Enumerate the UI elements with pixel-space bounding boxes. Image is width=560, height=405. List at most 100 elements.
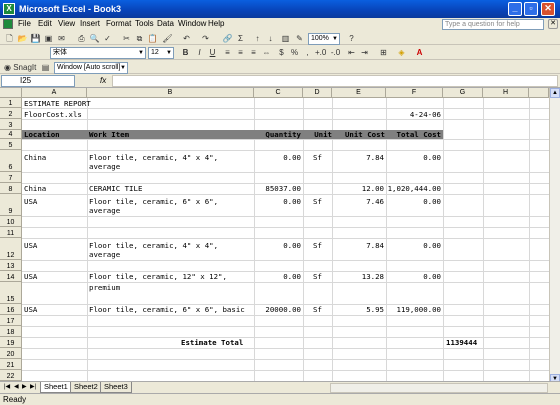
permission-icon[interactable]: ▣: [43, 33, 54, 44]
column-header-b[interactable]: B: [87, 88, 254, 98]
item-work-line1[interactable]: Floor tile, ceramic, 6" x 6",: [89, 197, 218, 206]
item-total[interactable]: 0.00: [386, 153, 441, 162]
maximize-button[interactable]: ▫: [524, 2, 538, 16]
header-location[interactable]: Location: [24, 130, 60, 139]
name-box[interactable]: I25: [1, 75, 75, 87]
row-header[interactable]: 14: [0, 271, 22, 282]
estimate-total-label[interactable]: Estimate Total: [181, 338, 243, 347]
row-header[interactable]: 20: [0, 348, 22, 359]
print-icon[interactable]: ⎙: [76, 33, 87, 44]
item-total[interactable]: 0.00: [386, 197, 441, 206]
item-quantity[interactable]: 0.00: [254, 272, 301, 281]
next-sheet-icon[interactable]: ▶: [22, 383, 27, 390]
item-quantity[interactable]: 20000.00: [254, 305, 301, 314]
sort-ascending-icon[interactable]: ↑: [252, 33, 263, 44]
report-file[interactable]: FloorCost.xls: [24, 110, 82, 119]
help-icon[interactable]: ?: [346, 33, 357, 44]
menu-data[interactable]: Data: [157, 19, 174, 28]
autosum-icon[interactable]: Σ: [235, 33, 246, 44]
row-header[interactable]: 7: [0, 172, 22, 183]
item-total[interactable]: 0.00: [386, 272, 441, 281]
select-all-corner[interactable]: [0, 88, 22, 98]
menu-view[interactable]: View: [58, 19, 75, 28]
item-location[interactable]: USA: [24, 272, 37, 281]
item-quantity[interactable]: 85037.00: [254, 184, 301, 193]
align-right-icon[interactable]: ≡: [248, 47, 259, 58]
excel-app-icon[interactable]: X: [3, 3, 15, 15]
increase-decimal-icon[interactable]: +.0: [315, 47, 326, 58]
close-button[interactable]: ✕: [541, 2, 555, 16]
header-unit-cost[interactable]: Unit Cost: [334, 130, 385, 139]
currency-icon[interactable]: $: [276, 47, 287, 58]
row-header[interactable]: 10: [0, 216, 22, 227]
item-unit-cost[interactable]: 12.00: [332, 184, 384, 193]
open-icon[interactable]: 📂: [17, 33, 28, 44]
row-header[interactable]: 16: [0, 304, 22, 315]
save-icon[interactable]: 💾: [30, 33, 41, 44]
insert-function-icon[interactable]: fx: [100, 76, 106, 85]
row-header[interactable]: 21: [0, 359, 22, 370]
paste-icon[interactable]: 📋: [147, 33, 158, 44]
zoom-select[interactable]: 100% ▼: [308, 33, 340, 45]
redo-icon[interactable]: ↷: [200, 33, 211, 44]
item-work-line1[interactable]: Floor tile, ceramic, 6" x 6", basic: [89, 305, 245, 314]
row-header[interactable]: 19: [0, 337, 22, 348]
row-header[interactable]: 18: [0, 326, 22, 337]
item-unit[interactable]: Sf: [313, 241, 322, 250]
prev-sheet-icon[interactable]: ◀: [14, 383, 19, 390]
menu-edit[interactable]: Edit: [38, 19, 52, 28]
hyperlink-icon[interactable]: 🔗: [222, 33, 233, 44]
report-date[interactable]: 4-24-06: [386, 110, 441, 119]
tab-sheet1[interactable]: Sheet1: [40, 382, 72, 393]
snagit-button[interactable]: ◉ SnagIt: [4, 62, 44, 73]
spelling-icon[interactable]: ✓: [102, 33, 113, 44]
estimate-total-value[interactable]: 1139444: [446, 338, 477, 347]
item-unit-cost[interactable]: 7.46: [332, 197, 384, 206]
decrease-indent-icon[interactable]: ⇤: [346, 47, 357, 58]
close-workbook-button[interactable]: ✕: [548, 19, 558, 29]
row-header[interactable]: 22: [0, 370, 22, 381]
item-location[interactable]: USA: [24, 241, 37, 250]
column-header-c[interactable]: C: [254, 88, 303, 98]
email-icon[interactable]: ✉: [56, 33, 67, 44]
decrease-decimal-icon[interactable]: -.0: [330, 47, 341, 58]
item-unit-cost[interactable]: 13.28: [332, 272, 384, 281]
item-work-line1[interactable]: Floor tile, ceramic, 12" x 12",: [89, 272, 227, 281]
last-sheet-icon[interactable]: ▶|: [30, 383, 36, 390]
comma-style-icon[interactable]: ,: [302, 47, 313, 58]
row-header[interactable]: 11: [0, 227, 22, 238]
item-unit[interactable]: Sf: [313, 305, 322, 314]
formula-input[interactable]: [112, 75, 558, 87]
column-header-i[interactable]: [529, 88, 549, 98]
row-header[interactable]: 6: [0, 150, 22, 172]
row-header[interactable]: 8: [0, 183, 22, 194]
item-quantity[interactable]: 0.00: [254, 197, 301, 206]
cut-icon[interactable]: ✂: [121, 33, 132, 44]
column-header-f[interactable]: F: [386, 88, 443, 98]
item-total[interactable]: 1,020,444.00: [384, 184, 441, 193]
menu-insert[interactable]: Insert: [80, 19, 100, 28]
row-header[interactable]: 13: [0, 260, 22, 271]
row-header[interactable]: 1: [0, 98, 22, 108]
row-header[interactable]: 4: [0, 130, 22, 139]
format-painter-icon[interactable]: 🖌: [162, 33, 173, 44]
column-header-d[interactable]: D: [303, 88, 332, 98]
font-size-select[interactable]: 12 ▼: [148, 47, 174, 59]
bold-icon[interactable]: B: [180, 47, 191, 58]
item-location[interactable]: China: [24, 184, 46, 193]
row-header[interactable]: 9: [0, 194, 22, 216]
item-unit[interactable]: Sf: [313, 153, 322, 162]
align-left-icon[interactable]: ≡: [222, 47, 233, 58]
header-work-item[interactable]: Work Item: [89, 130, 129, 139]
vertical-scrollbar[interactable]: ▲ ▼: [549, 88, 560, 385]
item-location[interactable]: USA: [24, 305, 37, 314]
tab-sheet3[interactable]: Sheet3: [100, 382, 132, 393]
print-preview-icon[interactable]: 🔍: [89, 33, 100, 44]
item-work-line1[interactable]: Floor tile, ceramic, 4" x 4",: [89, 153, 218, 162]
item-unit-cost[interactable]: 5.95: [332, 305, 384, 314]
capture-icon[interactable]: ▤: [40, 62, 51, 73]
menu-help[interactable]: Help: [208, 19, 224, 28]
borders-icon[interactable]: ⊞: [378, 47, 389, 58]
item-work-line2[interactable]: average: [89, 250, 120, 259]
align-center-icon[interactable]: ≡: [235, 47, 246, 58]
